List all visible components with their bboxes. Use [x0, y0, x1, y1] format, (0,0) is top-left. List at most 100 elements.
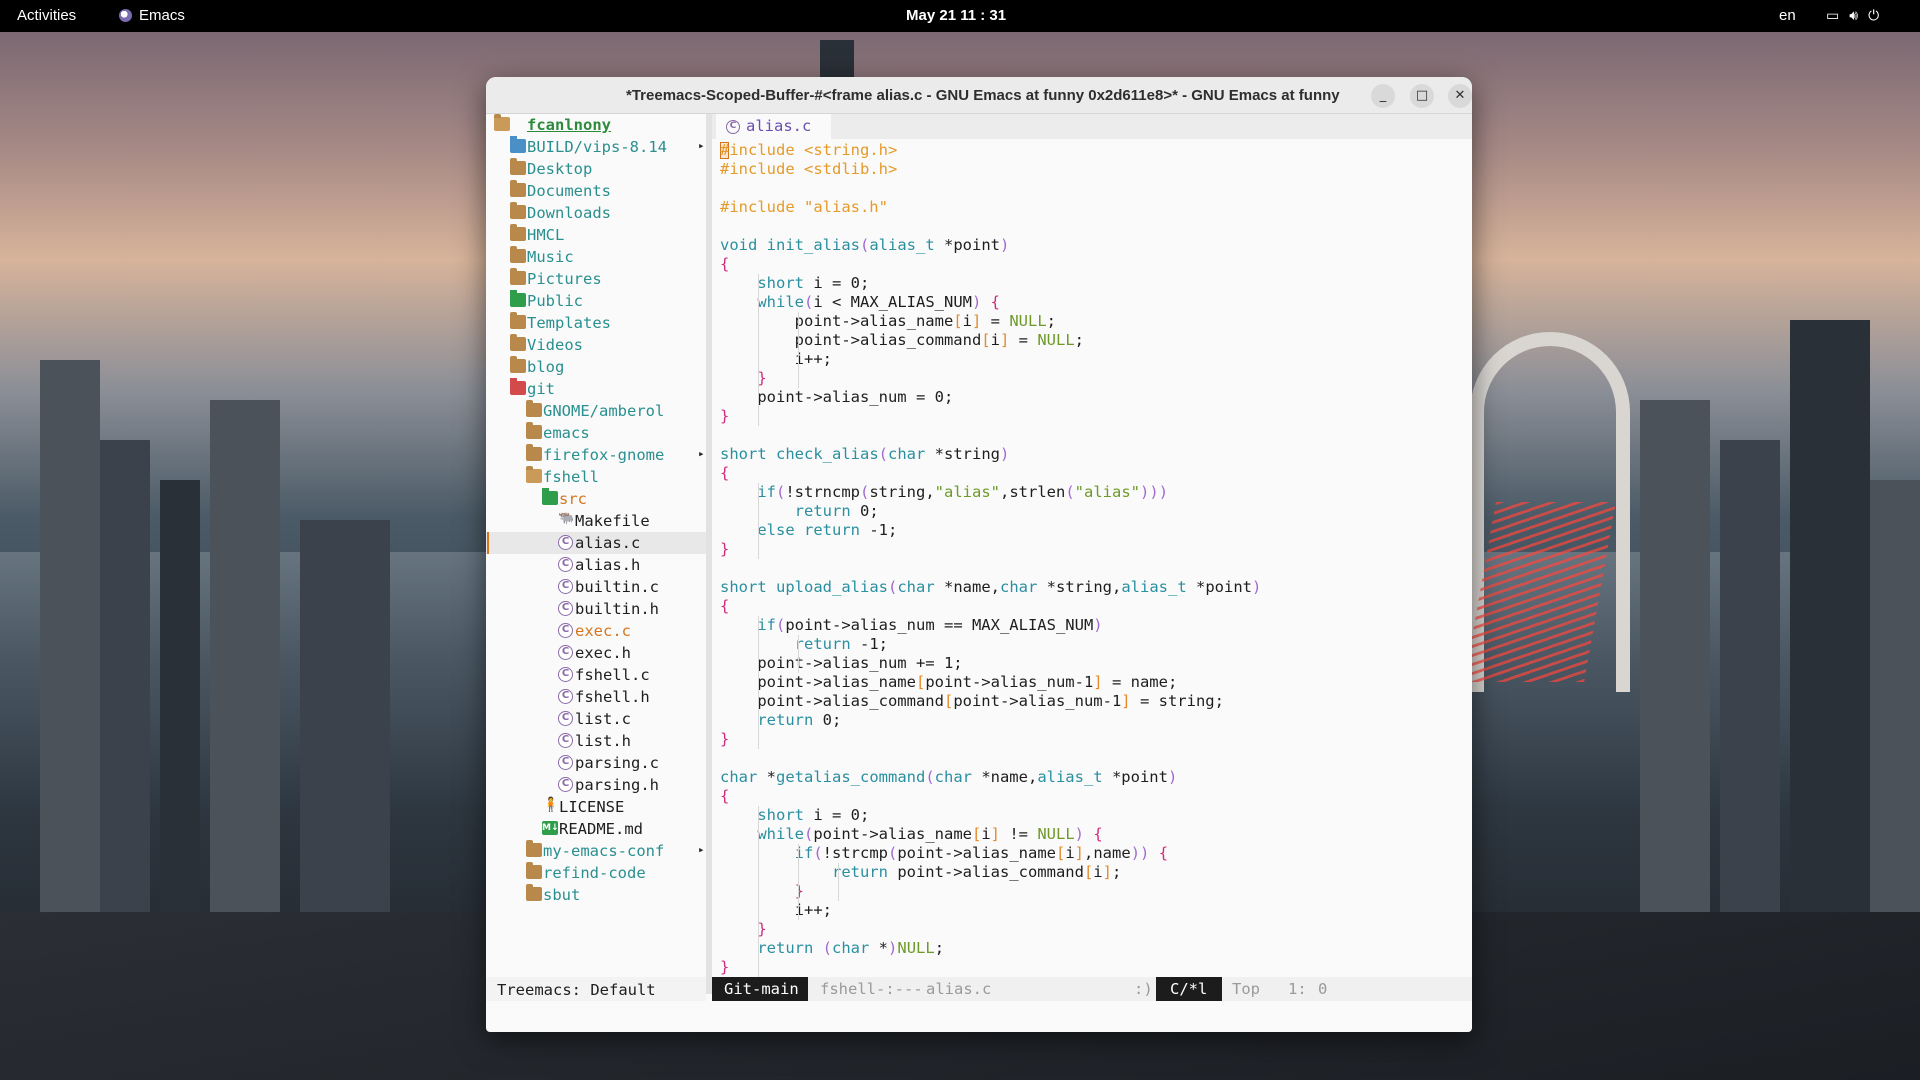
treemacs-item[interactable]: Cexec.h	[486, 642, 706, 664]
treemacs-item[interactable]: Public	[486, 290, 706, 312]
code-line: point->alias_name[point->alias_num-1] = …	[720, 673, 1178, 691]
treemacs-item[interactable]: Clist.h	[486, 730, 706, 752]
tab-bar: C alias.c	[712, 114, 1472, 139]
treemacs-item[interactable]: git	[486, 378, 706, 400]
treemacs-item[interactable]: Pictures	[486, 268, 706, 290]
minimize-button[interactable]: _	[1371, 84, 1395, 108]
treemacs-item[interactable]: src	[486, 488, 706, 510]
treemacs-item[interactable]: Calias.h	[486, 554, 706, 576]
code-line: {	[720, 255, 730, 273]
treemacs-item[interactable]: Templates	[486, 312, 706, 334]
modeline-major-mode[interactable]: C/*l	[1156, 977, 1222, 1001]
c-file-icon: C	[558, 667, 573, 682]
c-file-icon: C	[726, 120, 740, 134]
treemacs-item[interactable]: emacs	[486, 422, 706, 444]
code-line: short check_alias(char *string)	[720, 445, 1010, 463]
treemacs-item[interactable]: Cbuiltin.c	[486, 576, 706, 598]
treemacs-item[interactable]: Downloads	[486, 202, 706, 224]
clock-button[interactable]: May 21 11 : 31	[906, 7, 1006, 24]
indent-guide	[758, 483, 759, 559]
code-line: point->alias_command[i] = NULL;	[720, 331, 1084, 349]
close-button[interactable]: ✕	[1448, 84, 1472, 108]
c-file-icon: C	[558, 601, 573, 616]
window-titlebar[interactable]: *Treemacs-Scoped-Buffer-#<frame alias.c …	[486, 77, 1472, 114]
treemacs-item-label: Music	[527, 248, 574, 266]
code-line: #include <stdlib.h>	[720, 160, 898, 178]
treemacs-item[interactable]: Cexec.c	[486, 620, 706, 642]
treemacs-item-label: README.md	[559, 820, 643, 838]
treemacs-item[interactable]: Desktop	[486, 158, 706, 180]
modeline-buffer-name[interactable]: alias.c	[926, 980, 991, 998]
treemacs-item-label: builtin.h	[575, 600, 659, 618]
code-line: while(i < MAX_ALIAS_NUM) {	[757, 293, 1001, 311]
treemacs-item-label: list.h	[575, 732, 631, 750]
treemacs-item[interactable]: 🐃 Makefile	[486, 510, 706, 532]
modeline-git-branch[interactable]: Git-main	[712, 977, 808, 1001]
folder-icon	[510, 246, 526, 263]
treemacs-item[interactable]: Clist.c	[486, 708, 706, 730]
maximize-button[interactable]: □	[1410, 84, 1434, 108]
indent-guide	[798, 844, 799, 920]
tab-alias-c[interactable]: C alias.c	[716, 114, 831, 139]
treemacs-item[interactable]: my-emacs-conf ▸	[486, 840, 706, 862]
folder-icon	[526, 862, 542, 879]
code-line: }	[720, 540, 730, 558]
treemacs-item[interactable]: Calias.c	[486, 532, 706, 554]
system-tray[interactable]: ▭ 🔊︎ ⏻	[1826, 7, 1879, 24]
treemacs-item[interactable]: Documents	[486, 180, 706, 202]
folder-icon	[510, 224, 526, 241]
treemacs-item[interactable]: 🧍 LICENSE	[486, 796, 706, 818]
c-file-icon: C	[558, 623, 573, 638]
code-line: point->alias_num = 0;	[720, 388, 954, 406]
folder-icon	[526, 840, 542, 857]
modeline-buffer-state: fshell-:---	[820, 980, 923, 998]
treemacs-item[interactable]: Cfshell.c	[486, 664, 706, 686]
treemacs-item[interactable]: M↓ README.md	[486, 818, 706, 840]
treemacs-item-label: my-emacs-conf	[543, 842, 665, 860]
treemacs-item-label: alias.c	[575, 534, 641, 552]
code-line: #include <string.h>	[720, 141, 898, 159]
code-line: point->alias_command[point->alias_num-1]…	[720, 692, 1224, 710]
treemacs-item[interactable]: Videos	[486, 334, 706, 356]
modeline-face: :)	[1134, 980, 1153, 998]
folder-green-icon	[510, 290, 526, 307]
code-line: short upload_alias(char *name,char *stri…	[720, 578, 1262, 596]
code-line: i++;	[720, 350, 832, 368]
treemacs-item[interactable]: fshell	[486, 466, 706, 488]
indent-guide	[838, 863, 839, 901]
power-icon: ⏻	[1868, 7, 1880, 23]
treemacs-item[interactable]: Cfshell.h	[486, 686, 706, 708]
treemacs-item[interactable]: refind-code	[486, 862, 706, 884]
treemacs-sidebar: fcanlnony BUILD/vips-8.14 ▸ Desktop Documen…	[486, 114, 706, 994]
treemacs-item[interactable]: GNOME/amberol	[486, 400, 706, 422]
treemacs-item[interactable]: Cbuiltin.h	[486, 598, 706, 620]
treemacs-item-label: sbut	[543, 886, 581, 904]
folder-icon	[526, 884, 542, 901]
treemacs-item-label: Makefile	[575, 512, 650, 530]
treemacs-item[interactable]: HMCL	[486, 224, 706, 246]
activities-button[interactable]: Activities	[17, 7, 76, 24]
code-line: return point->alias_command[i];	[831, 863, 1122, 881]
treemacs-item-label: HMCL	[527, 226, 565, 244]
treemacs-item[interactable]: sbut	[486, 884, 706, 906]
input-language-button[interactable]: en	[1779, 7, 1796, 24]
app-menu-button[interactable]: Emacs	[119, 7, 185, 24]
code-line: if(!strcmp(point->alias_name[i],name)) {	[794, 844, 1169, 862]
code-line: return 0;	[794, 502, 879, 520]
folder-open-icon	[494, 114, 510, 131]
treemacs-item[interactable]: blog	[486, 356, 706, 378]
markdown-icon: M↓	[542, 821, 559, 835]
code-line: #include "alias.h"	[720, 198, 888, 216]
treemacs-item[interactable]: Cparsing.c	[486, 752, 706, 774]
folder-icon	[526, 444, 542, 461]
tab-label: alias.c	[746, 117, 812, 135]
code-editor[interactable]: #include <string.h> #include <stdlib.h> #i…	[712, 139, 1472, 977]
indent-guide	[758, 806, 759, 977]
treemacs-item-label: alias.h	[575, 556, 641, 574]
treemacs-root[interactable]: fcanlnony	[486, 114, 706, 136]
c-file-icon: C	[558, 535, 573, 550]
treemacs-item[interactable]: Cparsing.h	[486, 774, 706, 796]
treemacs-item[interactable]: BUILD/vips-8.14 ▸	[486, 136, 706, 158]
treemacs-item[interactable]: Music	[486, 246, 706, 268]
treemacs-item[interactable]: firefox-gnome ▸	[486, 444, 706, 466]
